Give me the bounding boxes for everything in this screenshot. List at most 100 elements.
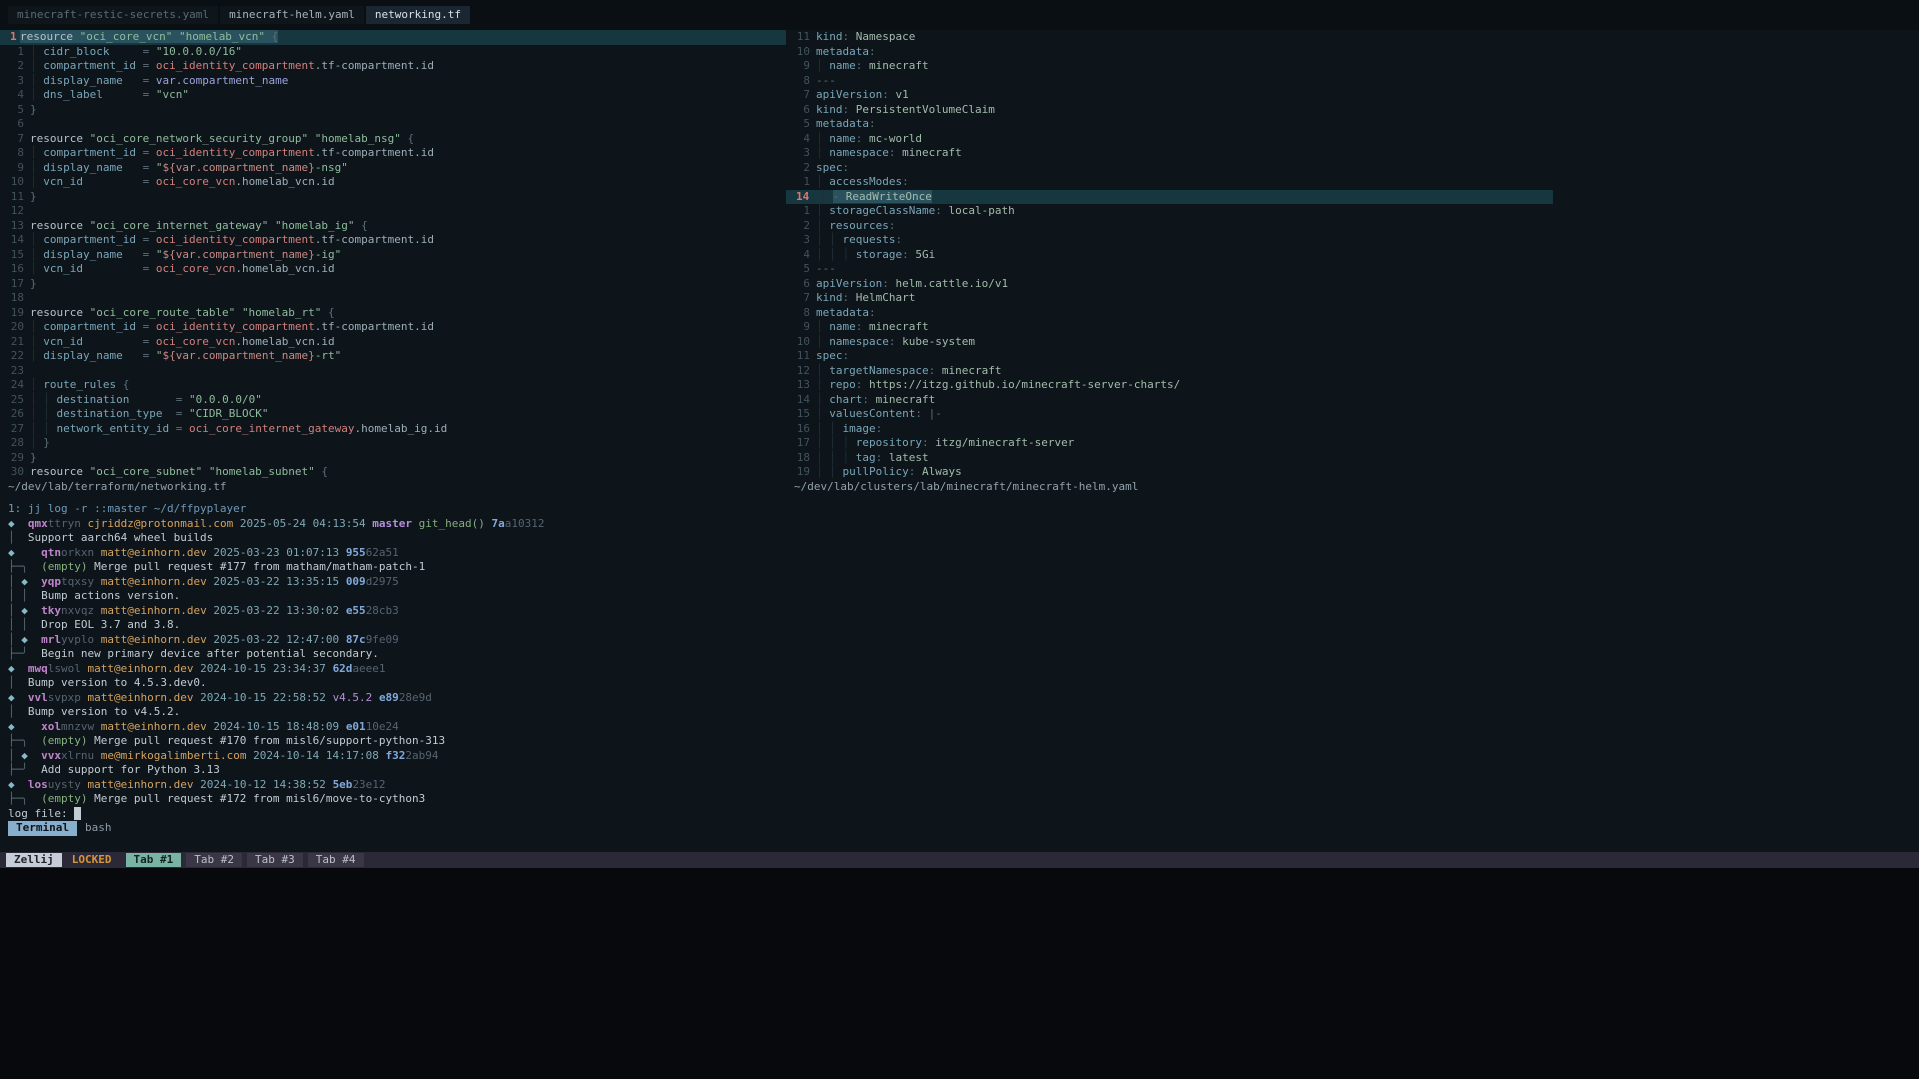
- code-line[interactable]: 11}: [0, 190, 786, 205]
- code-punctuation: |-: [929, 407, 942, 420]
- code-line[interactable]: 2spec:: [786, 161, 1919, 176]
- code-key: dns_label: [43, 88, 103, 101]
- code-line[interactable]: 30resource "oci_core_subnet" "homelab_su…: [0, 465, 786, 480]
- code-string: "homelab_rt": [242, 306, 321, 319]
- line-number: 17: [786, 436, 816, 451]
- code-line[interactable]: 12: [0, 204, 786, 219]
- code-line[interactable]: 12│ targetNamespace: minecraft: [786, 364, 1919, 379]
- text: [94, 546, 101, 559]
- code-punctuation: =: [143, 45, 156, 58]
- code-value: minecraft: [902, 146, 962, 159]
- code-line[interactable]: 18│ │ │ tag: latest: [786, 451, 1919, 466]
- code-line[interactable]: 14│ │ - ReadWriteOnce: [786, 190, 1553, 205]
- code-line[interactable]: 25│ │ destination = "0.0.0.0/0": [0, 393, 786, 408]
- code-line[interactable]: 8---: [786, 74, 1919, 89]
- code-line[interactable]: 16│ │ image:: [786, 422, 1919, 437]
- code-line[interactable]: 7resource "oci_core_network_security_gro…: [0, 132, 786, 147]
- code-key: display_name: [43, 349, 122, 362]
- text: [15, 517, 28, 530]
- code-line[interactable]: 23: [0, 364, 786, 379]
- code-line[interactable]: 7kind: HelmChart: [786, 291, 1919, 306]
- code-key: apiVersion: [816, 88, 882, 101]
- code-line[interactable]: 4│ name: mc-world: [786, 132, 1919, 147]
- code-line[interactable]: 22│ display_name = "${var.compartment_na…: [0, 349, 786, 364]
- code-line[interactable]: 10│ vcn_id = oci_core_vcn.homelab_vcn.id: [0, 175, 786, 190]
- code-line[interactable]: 5---: [786, 262, 1919, 277]
- text: [123, 161, 143, 174]
- zellij-tab-2[interactable]: Tab #2: [186, 853, 242, 868]
- code-line[interactable]: 3│ display_name = var.compartment_name: [0, 74, 786, 89]
- text: [326, 778, 333, 791]
- code-line[interactable]: 11spec:: [786, 349, 1919, 364]
- code-string: "oci_core_vcn": [80, 30, 173, 43]
- code-line[interactable]: 3│ │ requests:: [786, 233, 1919, 248]
- code-line[interactable]: 11kind: Namespace: [786, 30, 1919, 45]
- bar-spacer: [0, 836, 1919, 852]
- code-line[interactable]: 14│ chart: minecraft: [786, 393, 1919, 408]
- indent-guide: │: [816, 378, 829, 391]
- code-line[interactable]: 17│ │ │ repository: itzg/minecraft-serve…: [786, 436, 1919, 451]
- code-line[interactable]: 1│ cidr_block = "10.0.0.0/16": [0, 45, 786, 60]
- helix-bufferline: minecraft-restic-secrets.yaml minecraft-…: [0, 0, 1919, 30]
- code-line[interactable]: 24│ route_rules {: [0, 378, 786, 393]
- code-line[interactable]: 6apiVersion: helm.cattle.io/v1: [786, 277, 1919, 292]
- code-line[interactable]: 28│ }: [0, 436, 786, 451]
- code-line[interactable]: 16│ vcn_id = oci_core_vcn.homelab_vcn.id: [0, 262, 786, 277]
- code-line[interactable]: 2│ resources:: [786, 219, 1919, 234]
- code-line[interactable]: 21│ vcn_id = oci_core_vcn.homelab_vcn.id: [0, 335, 786, 350]
- code-string: -nsg": [315, 161, 348, 174]
- buffer-tab-minecraft-helm[interactable]: minecraft-helm.yaml: [220, 6, 364, 25]
- code-line[interactable]: 5}: [0, 103, 786, 118]
- code-line[interactable]: 19resource "oci_core_route_table" "homel…: [0, 306, 786, 321]
- code-line[interactable]: 9│ name: minecraft: [786, 59, 1919, 74]
- code-line[interactable]: 9│ display_name = "${var.compartment_nam…: [0, 161, 786, 176]
- code-line[interactable]: 4│ │ │ storage: 5Gi: [786, 248, 1919, 263]
- code-line[interactable]: 20│ compartment_id = oci_identity_compar…: [0, 320, 786, 335]
- text: [412, 517, 419, 530]
- code-line[interactable]: 8│ compartment_id = oci_identity_compart…: [0, 146, 786, 161]
- code-line[interactable]: 1│ accessModes:: [786, 175, 1919, 190]
- code-line[interactable]: 13│ repo: https://itzg.github.io/minecra…: [786, 378, 1919, 393]
- code-line[interactable]: 15│ display_name = "${var.compartment_na…: [0, 248, 786, 263]
- code-line[interactable]: 8metadata:: [786, 306, 1919, 321]
- code-line[interactable]: 1resource "oci_core_vcn" "homelab_vcn" {: [0, 30, 786, 45]
- code-property: .homelab_ig.id: [355, 422, 448, 435]
- code-string: "homelab_nsg": [315, 132, 401, 145]
- buffer-tab-restic-secrets[interactable]: minecraft-restic-secrets.yaml: [8, 6, 218, 25]
- zellij-tab-3[interactable]: Tab #3: [247, 853, 303, 868]
- code-line[interactable]: 3│ namespace: minecraft: [786, 146, 1919, 161]
- code-line[interactable]: 18: [0, 291, 786, 306]
- text: [136, 146, 143, 159]
- code-line[interactable]: 9│ name: minecraft: [786, 320, 1919, 335]
- code-line[interactable]: 10metadata:: [786, 45, 1919, 60]
- code-line[interactable]: 27│ │ network_entity_id = oci_core_inter…: [0, 422, 786, 437]
- zellij-tab-4[interactable]: Tab #4: [308, 853, 364, 868]
- code-line[interactable]: 2│ compartment_id = oci_identity_compart…: [0, 59, 786, 74]
- commit-node-icon: ◆: [21, 575, 28, 588]
- code-line[interactable]: 19│ │ pullPolicy: Always: [786, 465, 1919, 480]
- code-line[interactable]: 6: [0, 117, 786, 132]
- change-id-prefix: xol: [41, 720, 61, 733]
- buffer-tab-networking[interactable]: networking.tf: [366, 6, 470, 25]
- code-line[interactable]: 29}: [0, 451, 786, 466]
- code-line[interactable]: 15│ valuesContent: |-: [786, 407, 1919, 422]
- graph-edge-icon: │: [8, 575, 21, 588]
- log-line: │ │ Bump actions version.: [8, 589, 1919, 604]
- zellij-tab-1[interactable]: Tab #1: [126, 853, 182, 868]
- code-line[interactable]: 4│ dns_label = "vcn": [0, 88, 786, 103]
- log-line: │ ◆ yqptqxsy matt@einhorn.dev 2025-03-22…: [8, 575, 1919, 590]
- code-line[interactable]: 17}: [0, 277, 786, 292]
- code-line[interactable]: 10│ namespace: kube-system: [786, 335, 1919, 350]
- code-line[interactable]: 13resource "oci_core_internet_gateway" "…: [0, 219, 786, 234]
- code-line[interactable]: 1│ storageClassName: local-path: [786, 204, 1919, 219]
- code-line[interactable]: 6kind: PersistentVolumeClaim: [786, 103, 1919, 118]
- code-line[interactable]: 5metadata:: [786, 117, 1919, 132]
- text: [485, 517, 492, 530]
- code-key: route_rules: [43, 378, 116, 391]
- commit-id-prefix: e01: [346, 720, 366, 733]
- text: [136, 320, 143, 333]
- code-line[interactable]: 7apiVersion: v1: [786, 88, 1919, 103]
- code-line[interactable]: 26│ │ destination_type = "CIDR_BLOCK": [0, 407, 786, 422]
- code-line[interactable]: 14│ compartment_id = oci_identity_compar…: [0, 233, 786, 248]
- commit-timestamp: 2024-10-15 23:34:37: [200, 662, 326, 675]
